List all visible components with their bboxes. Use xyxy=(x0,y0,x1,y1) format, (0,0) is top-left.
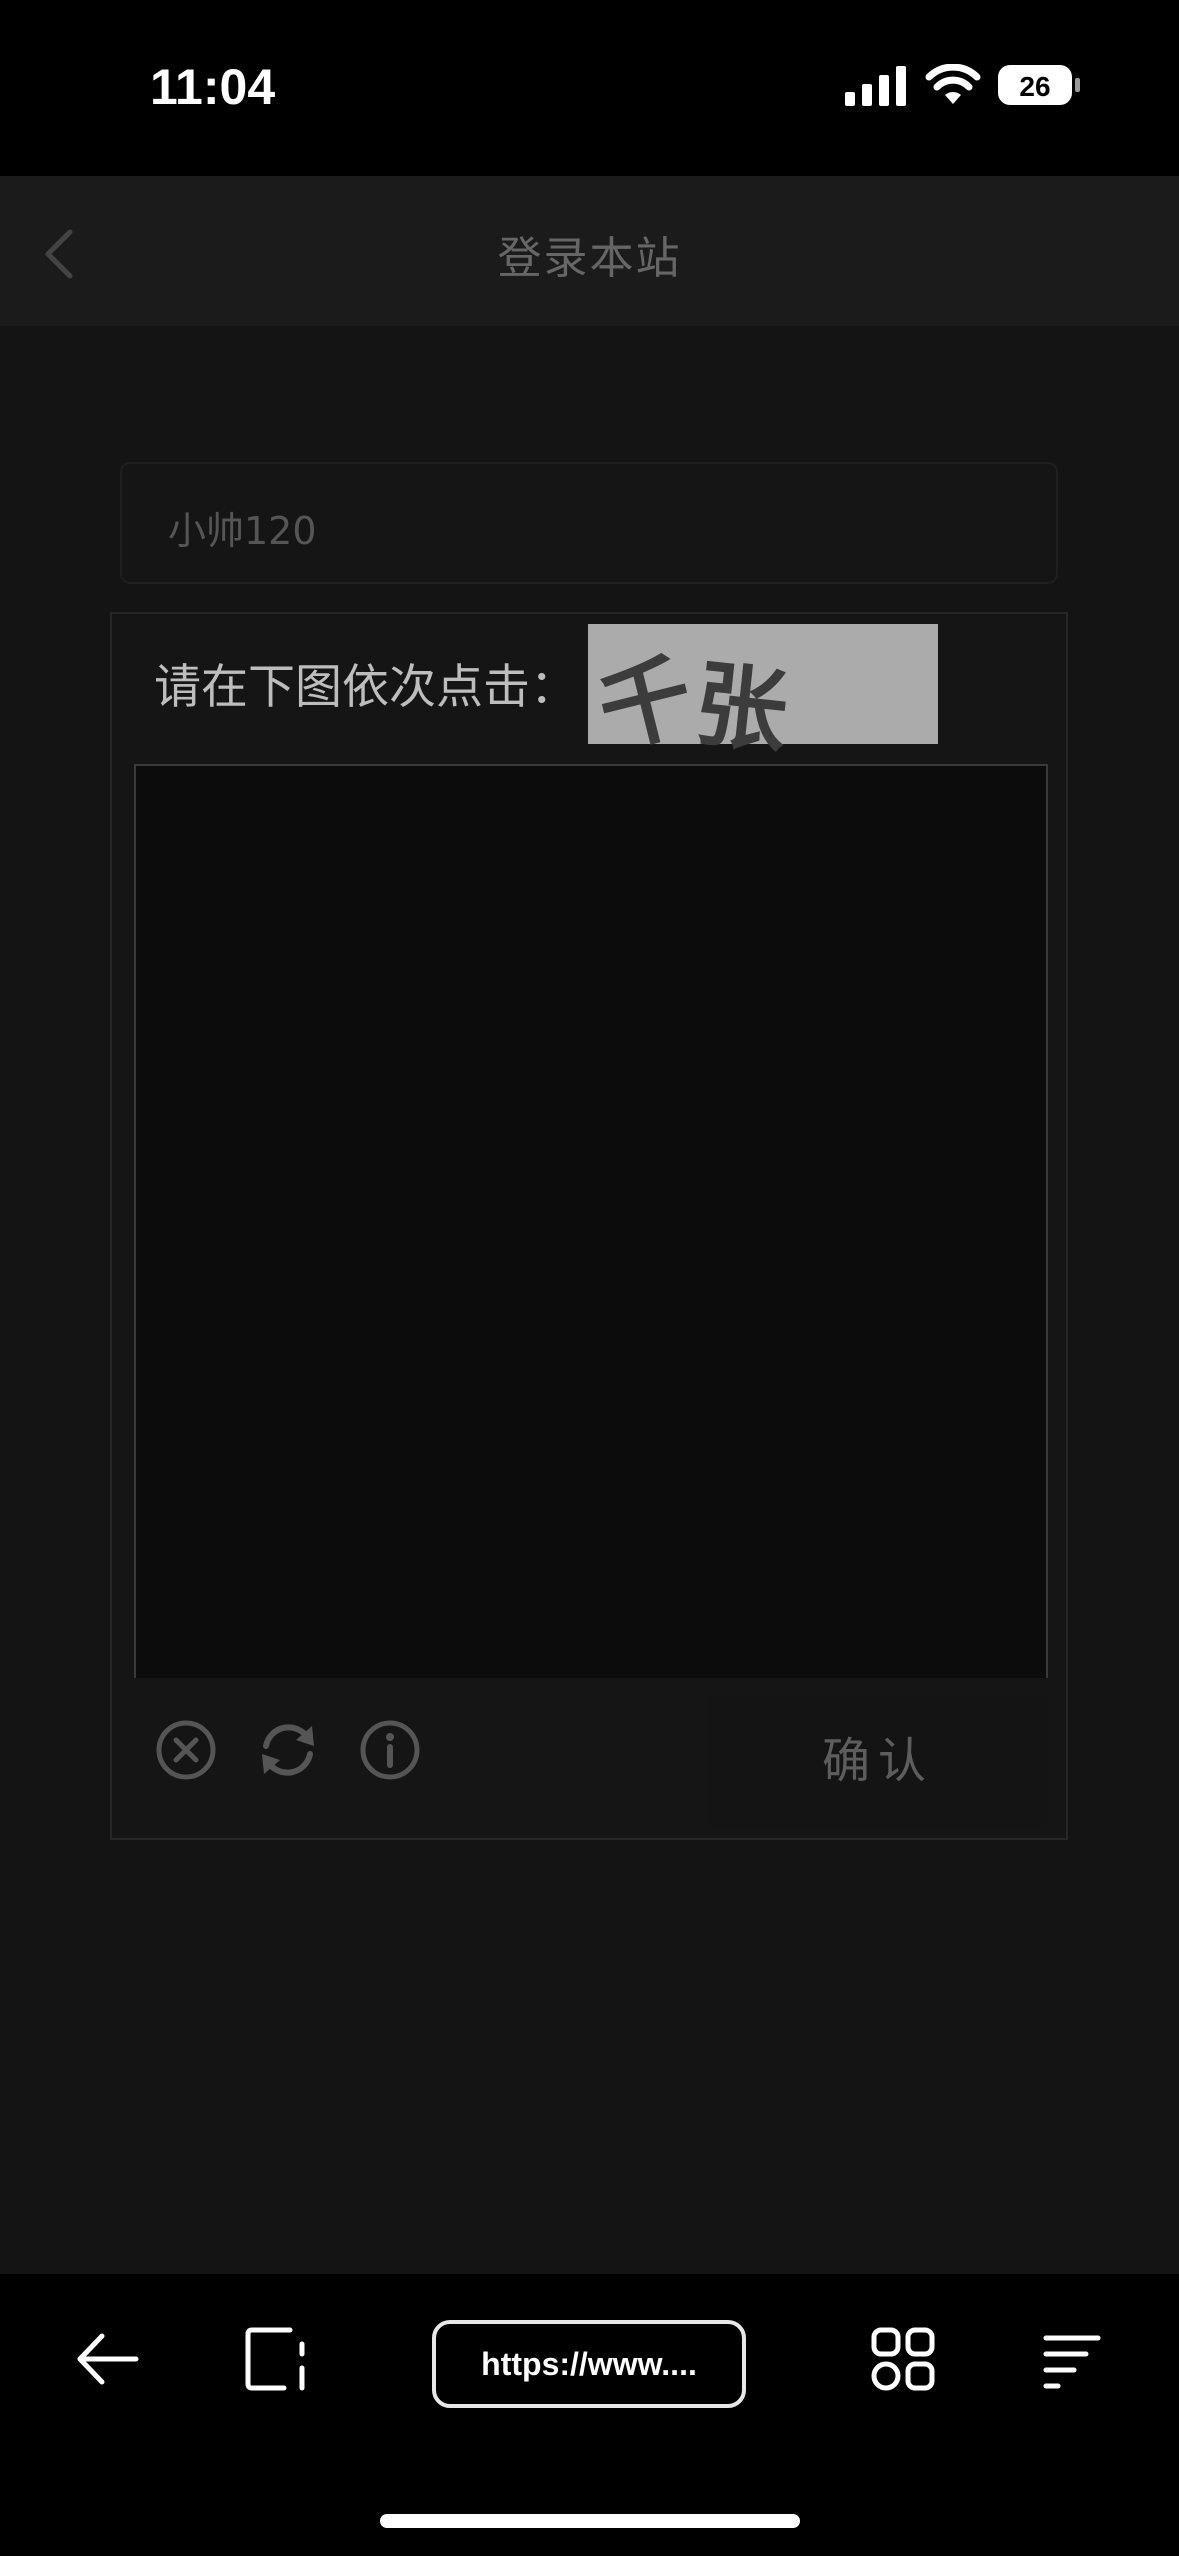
close-circle-icon[interactable] xyxy=(154,1718,218,1782)
captcha-click-area[interactable] xyxy=(134,764,1048,1678)
signal-icon xyxy=(845,66,906,106)
menu-icon[interactable] xyxy=(1036,2324,1106,2394)
home-indicator xyxy=(380,2514,800,2528)
url-bar[interactable]: https://www.... xyxy=(432,2320,746,2408)
login-page: 小帅120 请在下图依次点击： 千 张 确认 xyxy=(0,326,1179,2274)
status-bar: 11:04 26 xyxy=(0,0,1179,176)
refresh-icon[interactable] xyxy=(256,1718,320,1782)
tabs-icon[interactable] xyxy=(242,2324,312,2394)
captcha-instruction: 请在下图依次点击： xyxy=(154,660,577,715)
captcha-target-char: 张 xyxy=(689,649,793,767)
username-field[interactable]: 小帅120 xyxy=(120,462,1058,584)
nav-bar: 登录本站 xyxy=(0,176,1179,326)
captcha-target-image: 千 张 xyxy=(588,624,938,767)
page-title: 登录本站 xyxy=(497,233,682,284)
grid-icon[interactable] xyxy=(868,2324,938,2394)
wifi-icon xyxy=(925,64,981,104)
battery-level: 26 xyxy=(1019,71,1050,102)
captcha-target-char: 千 xyxy=(588,640,704,768)
arrow-left-icon[interactable] xyxy=(72,2324,142,2394)
captcha-footer: 确认 xyxy=(112,1678,1066,1838)
username-value: 小帅120 xyxy=(168,509,317,553)
browser-toolbar: https://www.... xyxy=(0,2274,1179,2556)
info-icon[interactable] xyxy=(358,1718,422,1782)
status-time: 11:04 xyxy=(150,59,276,115)
captcha-panel: 请在下图依次点击： 千 张 确认 xyxy=(110,612,1068,1840)
confirm-button[interactable]: 确认 xyxy=(708,1696,1048,1826)
battery-icon: 26 xyxy=(998,65,1080,105)
